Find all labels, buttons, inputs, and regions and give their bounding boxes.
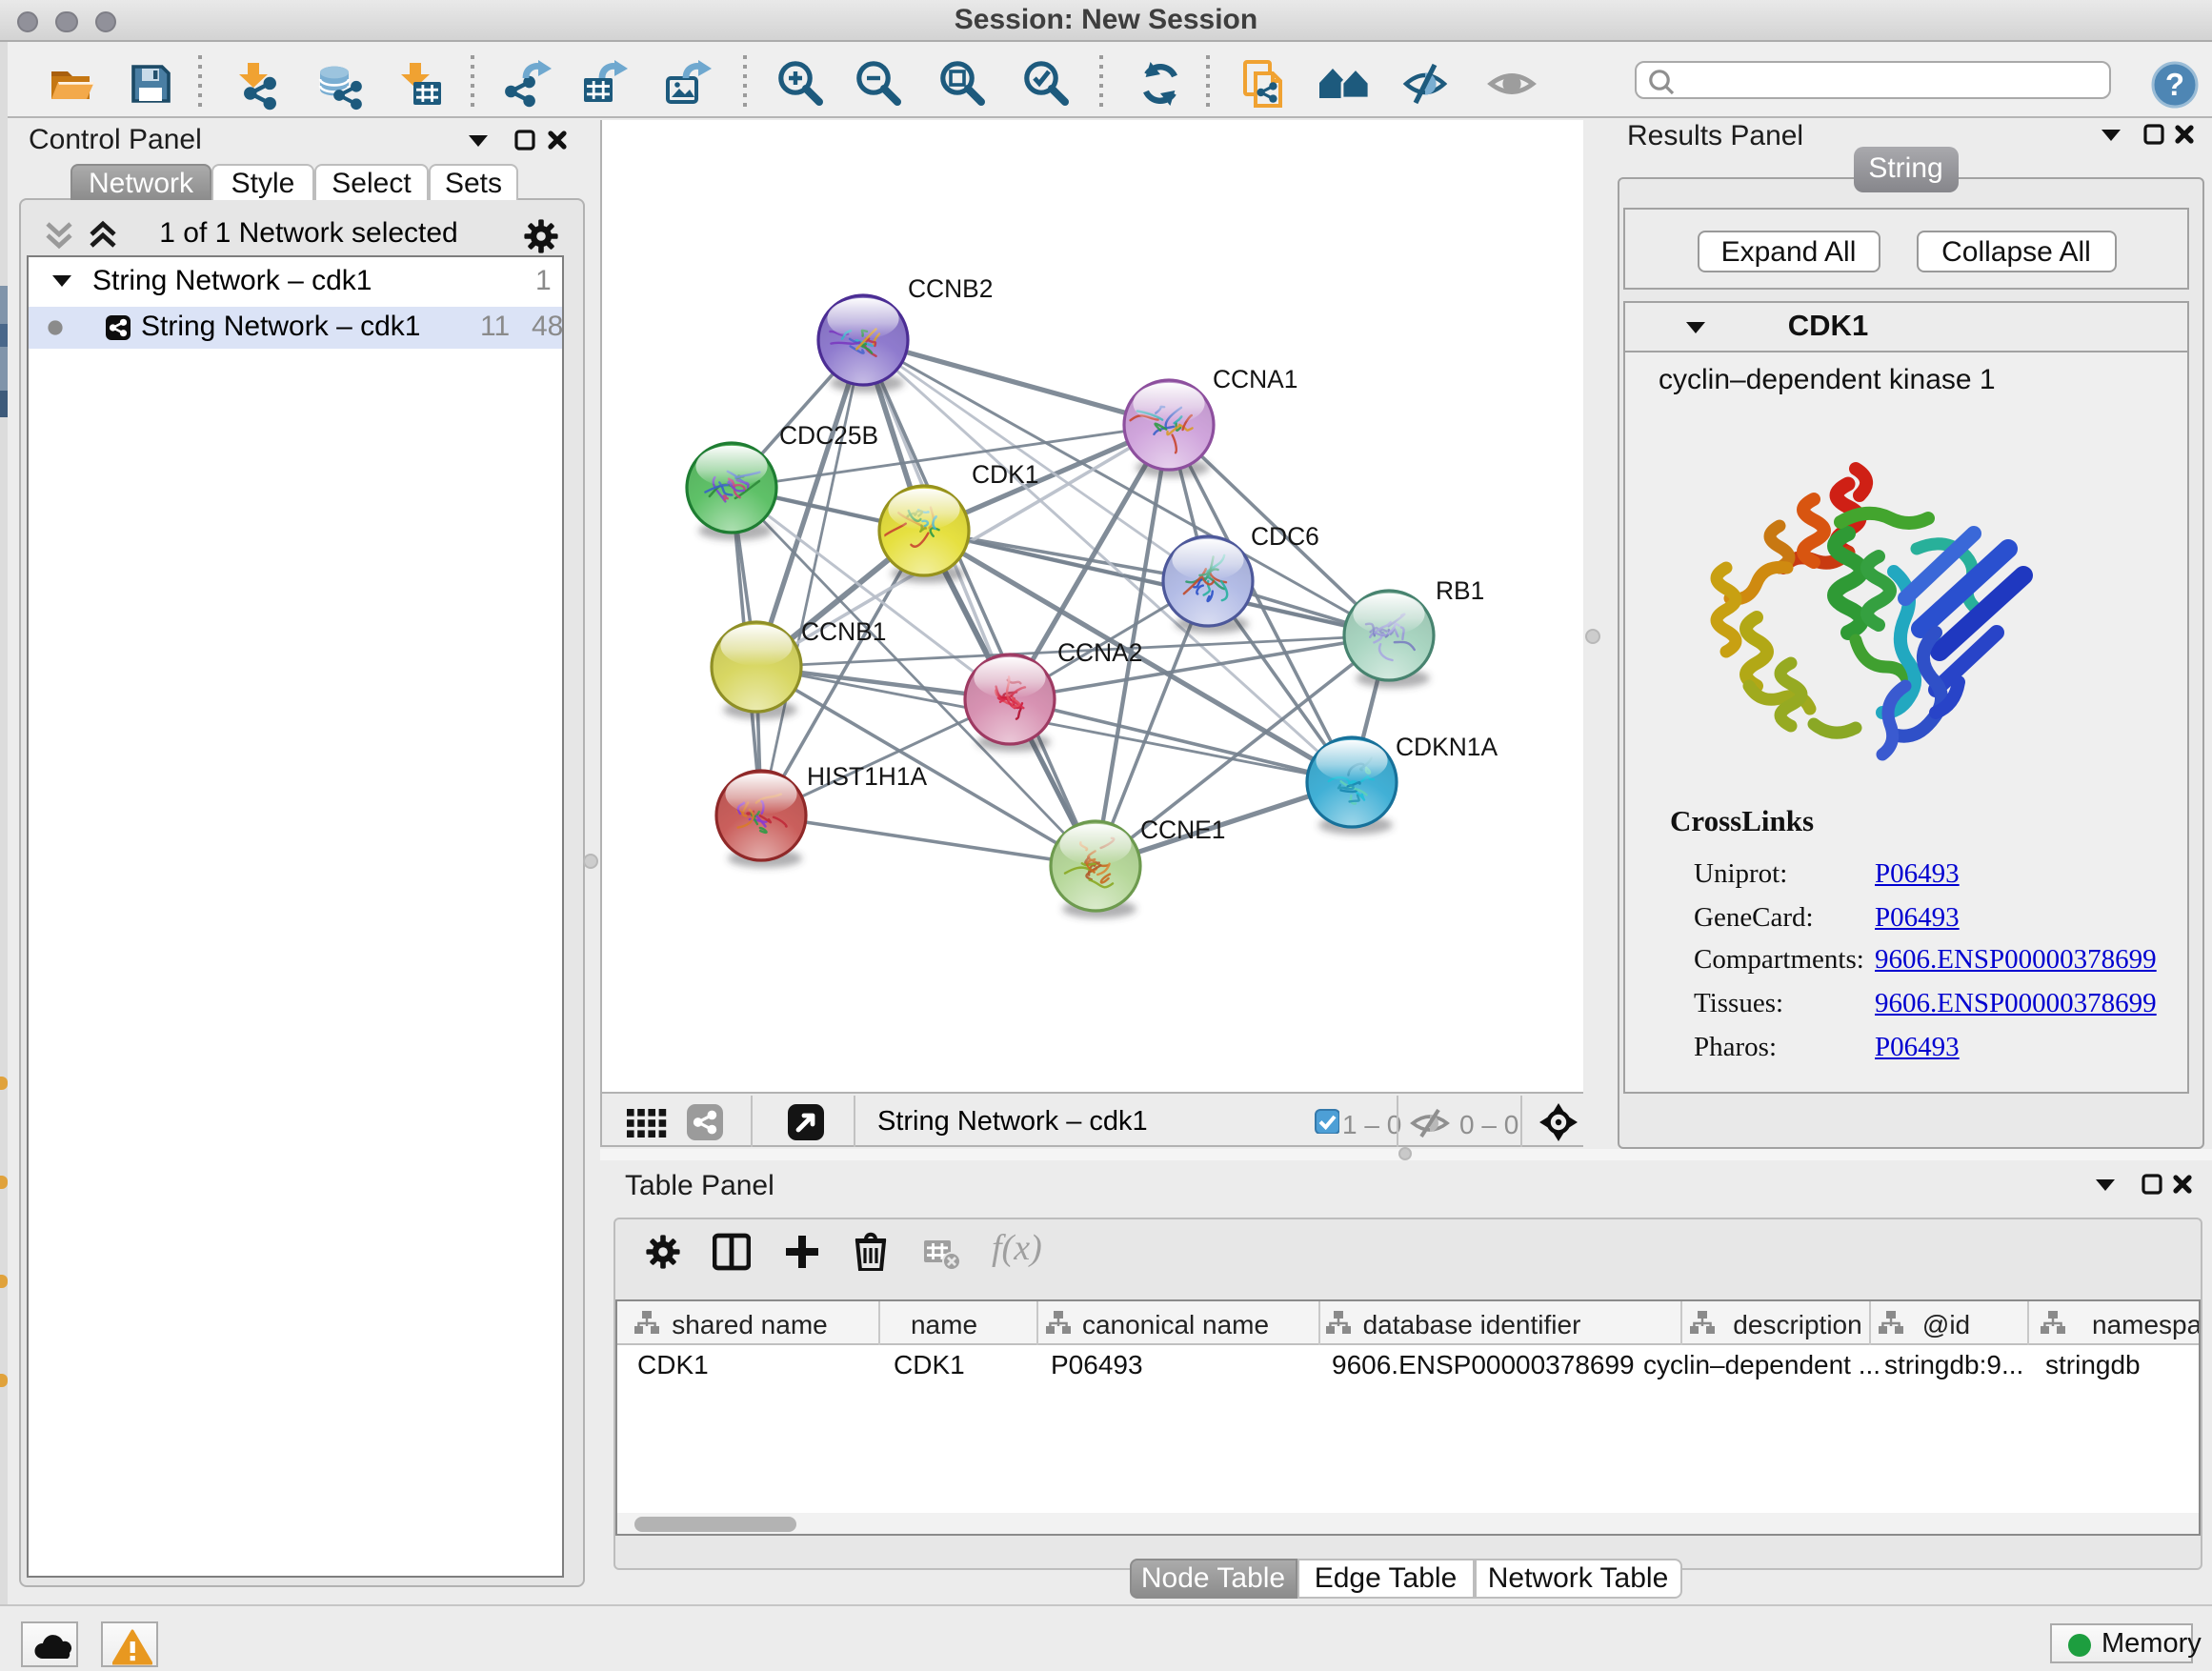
svg-text:CCNE1: CCNE1: [1139, 815, 1224, 844]
svg-text:?: ?: [2164, 66, 2183, 101]
svg-text:CDK1: CDK1: [971, 460, 1037, 489]
svg-text:HIST1H1A: HIST1H1A: [806, 762, 927, 791]
svg-text:RB1: RB1: [1435, 576, 1483, 605]
svg-text:CCNB2: CCNB2: [907, 274, 992, 303]
svg-text:CDC6: CDC6: [1250, 522, 1318, 551]
svg-text:CDKN1A: CDKN1A: [1395, 733, 1497, 761]
svg-text:CDC25B: CDC25B: [778, 421, 877, 450]
svg-text:CCNA1: CCNA1: [1212, 365, 1297, 393]
svg-text:CCNB1: CCNB1: [800, 617, 885, 646]
svg-text:CCNA2: CCNA2: [1056, 638, 1141, 667]
